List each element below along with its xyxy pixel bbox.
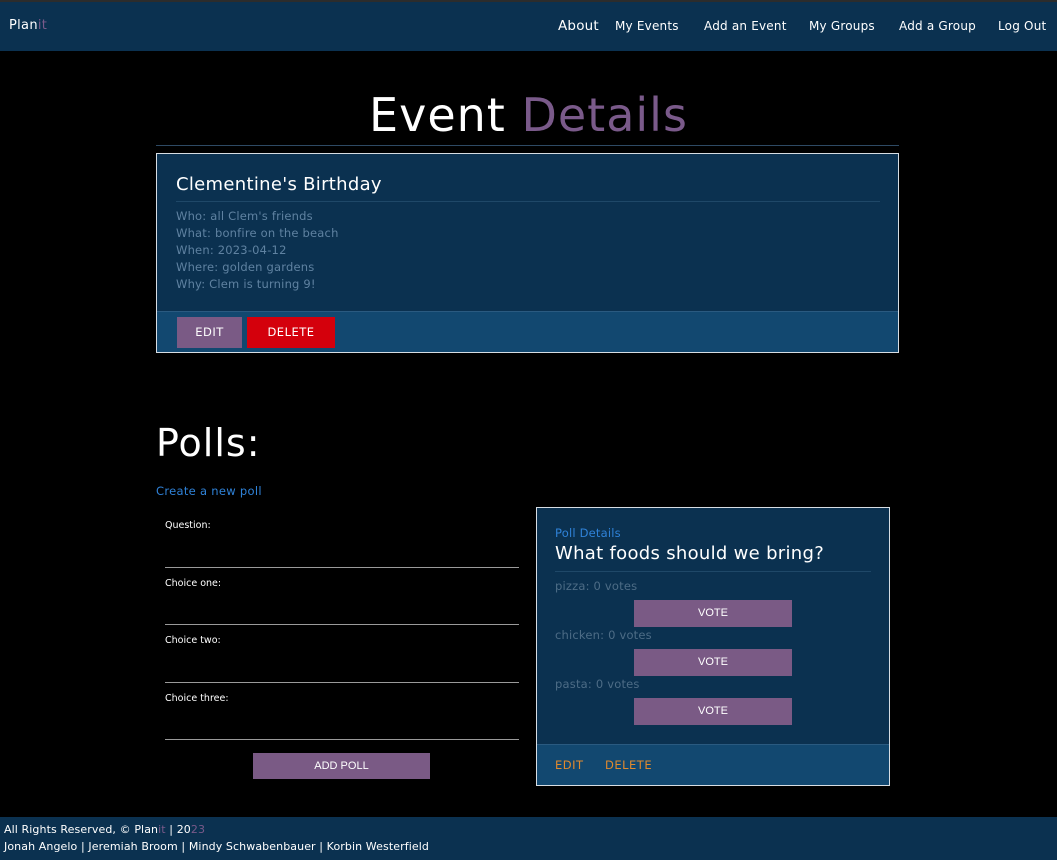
- choice-one-label: Choice one:: [165, 578, 222, 589]
- question-input[interactable]: [165, 544, 519, 568]
- footer-copyright: All Rights Reserved, © Planit | 2023: [4, 823, 205, 836]
- nav-my-groups[interactable]: My Groups: [809, 19, 875, 33]
- event-when: When: 2023-04-12: [176, 243, 287, 257]
- choice-two-input[interactable]: [165, 659, 519, 683]
- poll-question: What foods should we bring?: [555, 543, 825, 564]
- event-card-footer: EDIT DELETE: [157, 311, 898, 352]
- navbar: Planit About My Events Add an Event My G…: [0, 2, 1057, 51]
- title-divider: [156, 145, 899, 146]
- poll-choice-pizza: pizza: 0 votes: [555, 579, 638, 593]
- polls-heading: Polls:: [156, 421, 261, 465]
- choice-two-label: Choice two:: [165, 635, 221, 646]
- brand-main: Plan: [9, 18, 38, 33]
- delete-poll-button[interactable]: DELETE: [605, 758, 652, 772]
- event-who: Who: all Clem's friends: [176, 209, 313, 223]
- footer-brand-accent: it: [158, 823, 166, 836]
- poll-choice-chicken: chicken: 0 votes: [555, 628, 652, 642]
- poll-divider: [555, 571, 871, 572]
- event-why: Why: Clem is turning 9!: [176, 277, 316, 291]
- nav-add-event[interactable]: Add an Event: [704, 19, 787, 33]
- event-what: What: bonfire on the beach: [176, 226, 339, 240]
- page-title-main: Event: [369, 88, 506, 142]
- choice-three-input[interactable]: [165, 716, 519, 740]
- edit-event-button[interactable]: EDIT: [177, 317, 242, 348]
- choice-one-input[interactable]: [165, 601, 519, 625]
- nav-add-group[interactable]: Add a Group: [899, 19, 976, 33]
- poll-card-footer: EDIT DELETE: [537, 744, 889, 785]
- nav-log-out[interactable]: Log Out: [998, 19, 1046, 33]
- footer-year-accent: 23: [190, 823, 206, 836]
- footer-authors: Jonah Angelo | Jeremiah Broom | Mindy Sc…: [4, 840, 429, 853]
- vote-button-chicken[interactable]: VOTE: [634, 649, 792, 676]
- add-poll-button[interactable]: ADD POLL: [253, 753, 430, 779]
- vote-button-pasta[interactable]: VOTE: [634, 698, 792, 725]
- page-title: Event Details: [0, 86, 1057, 144]
- brand-accent: it: [37, 18, 48, 33]
- create-poll-link[interactable]: Create a new poll: [156, 484, 262, 498]
- event-where: Where: golden gardens: [176, 260, 315, 274]
- poll-card: Poll Details What foods should we bring?…: [536, 507, 890, 786]
- question-label: Question:: [165, 520, 211, 531]
- event-title: Clementine's Birthday: [176, 174, 382, 195]
- site-footer: All Rights Reserved, © Planit | 2023 Jon…: [0, 817, 1057, 860]
- choice-three-label: Choice three:: [165, 693, 229, 704]
- event-divider: [176, 201, 880, 202]
- event-card: Clementine's Birthday Who: all Clem's fr…: [156, 153, 899, 353]
- poll-choice-pasta: pasta: 0 votes: [555, 677, 640, 691]
- nav-about[interactable]: About: [558, 18, 599, 34]
- delete-event-button[interactable]: DELETE: [247, 317, 335, 348]
- brand-logo[interactable]: Planit: [9, 18, 47, 33]
- footer-year-prefix: | 20: [165, 823, 191, 836]
- footer-rights-prefix: All Rights Reserved, © Plan: [4, 823, 159, 836]
- nav-my-events[interactable]: My Events: [615, 19, 679, 33]
- edit-poll-button[interactable]: EDIT: [555, 758, 584, 772]
- poll-details-label[interactable]: Poll Details: [555, 526, 621, 540]
- page-title-accent: Details: [521, 88, 688, 142]
- vote-button-pizza[interactable]: VOTE: [634, 600, 792, 627]
